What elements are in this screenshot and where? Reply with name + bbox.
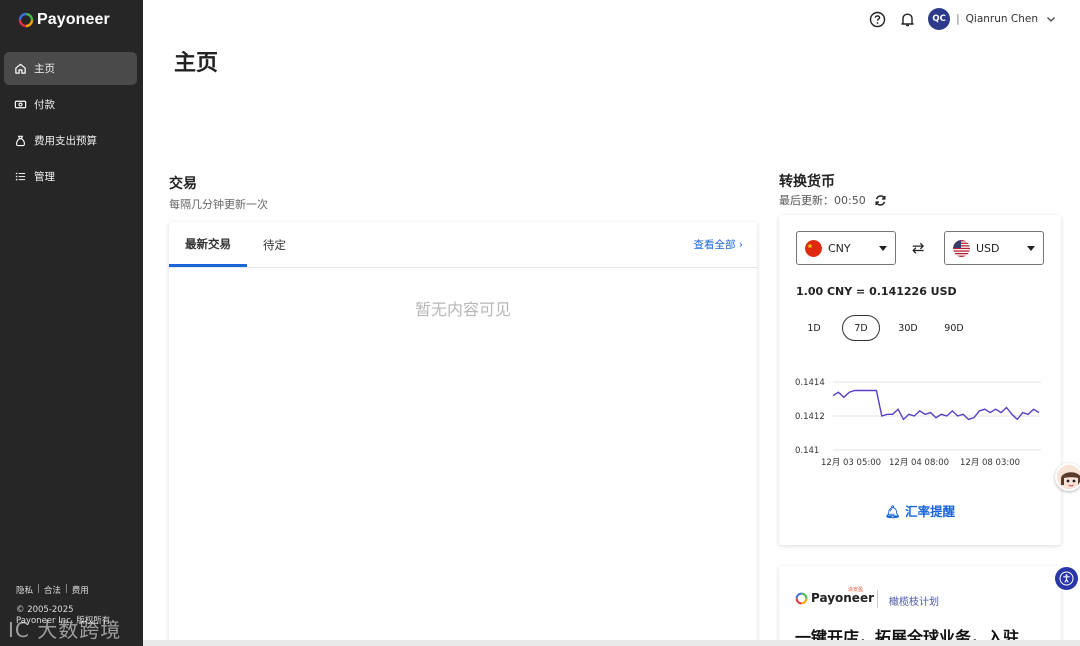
- x-tick-label: 12月 04 08:00: [889, 458, 949, 468]
- rate-alert-label: 汇率提醒: [905, 504, 956, 519]
- page-title: 主页: [174, 51, 219, 76]
- user-menu[interactable]: QC | Qianrun Chen: [928, 8, 1058, 30]
- payment-icon: [14, 100, 27, 109]
- period-7d[interactable]: 7D: [842, 315, 880, 341]
- rate-chart: 0.1414 0.1412 0.14112月 03 05:00 12月 04 08:0…: [795, 378, 1041, 468]
- watermark: IC 大数跨境: [8, 618, 122, 642]
- sidebar-item-label: 费用支出预算: [34, 135, 97, 147]
- y-tick-label: 0.1414: [795, 378, 825, 388]
- to-currency-select[interactable]: USD: [944, 231, 1044, 265]
- home-icon: [15, 63, 26, 74]
- transactions-card: 最新交易 待定 查看全部 › 暂无内容可见: [169, 222, 757, 646]
- list-icon: [15, 172, 26, 181]
- converter-title: 转换货币: [779, 174, 835, 190]
- sidebar-item-payment[interactable]: 付款: [4, 88, 137, 121]
- us-flag-icon: [953, 239, 970, 257]
- payoneer-ring-icon: [18, 12, 34, 28]
- assistant-avatar[interactable]: [1055, 463, 1080, 491]
- caret-down-icon: [1027, 245, 1035, 251]
- empty-state: 暂无内容可见: [414, 300, 511, 319]
- user-name: Qianrun Chen: [965, 13, 1038, 25]
- payoneer-ring-icon: [795, 592, 808, 604]
- from-currency-select[interactable]: CNY: [796, 231, 896, 265]
- china-flag-icon: [805, 239, 822, 257]
- view-all-link[interactable]: 查看全部 ›: [693, 237, 743, 252]
- promo-divider: [877, 590, 878, 608]
- y-tick-label: 0.141: [795, 446, 819, 456]
- sidebar-item-label: 主页: [34, 63, 55, 75]
- sidebar-item-manage[interactable]: 管理: [4, 160, 137, 193]
- x-tick-label: 12月 03 05:00: [821, 458, 881, 468]
- sidebar-item-budget[interactable]: 费用支出预算: [4, 124, 137, 157]
- view-all-label: 查看全部: [693, 239, 736, 251]
- period-30d[interactable]: 30D: [890, 315, 926, 341]
- to-currency-code: USD: [976, 241, 1000, 255]
- fees-link[interactable]: 费用: [72, 584, 89, 596]
- avatar: QC: [928, 8, 951, 30]
- transactions-subtitle: 每隔几分钟更新一次: [169, 198, 268, 211]
- tab-latest[interactable]: 最新交易: [169, 236, 247, 267]
- payoneer-logo[interactable]: Payoneer: [18, 11, 110, 29]
- converter-card: CNY ⇄ USD 1.00 CNY = 0.141226 USD 1D 7D …: [779, 215, 1061, 545]
- topbar: QC | Qianrun Chen: [868, 8, 1058, 30]
- rate-series-line: [832, 389, 1040, 421]
- y-tick-label: 0.1412: [795, 412, 825, 422]
- x-tick-label: 12月 08 03:00: [960, 458, 1020, 468]
- from-currency-code: CNY: [828, 241, 851, 255]
- accessibility-icon[interactable]: [1055, 567, 1078, 590]
- promo-partner: 橄榄枝计划: [889, 597, 939, 608]
- period-selector: 1D 7D 30D 90D: [796, 315, 972, 341]
- sidebar-item-label: 管理: [34, 171, 55, 183]
- rate-alert-button[interactable]: 🔔︎ 汇率提醒: [779, 501, 1061, 520]
- privacy-link[interactable]: 隐私: [16, 584, 33, 596]
- help-icon[interactable]: [868, 10, 886, 28]
- tab-pending[interactable]: 待定: [247, 237, 302, 267]
- legal-link[interactable]: 合法: [44, 584, 61, 596]
- sidebar-item-label: 付款: [34, 99, 55, 111]
- exchange-rate: 1.00 CNY = 0.141226 USD: [796, 285, 957, 298]
- sidebar: Payoneer 主页 付款 费用支出预算 管理 隐私 | 合法 | 费用 © …: [0, 0, 143, 646]
- brand-name: Payoneer: [37, 11, 110, 28]
- promo-payoneer-logo: Payoneer: [795, 591, 874, 605]
- sidebar-nav: 主页 付款 费用支出预算 管理: [4, 52, 137, 196]
- promo-brand: Payoneer: [811, 591, 875, 605]
- caret-down-icon: [879, 245, 887, 251]
- chevron-right-icon: ›: [738, 239, 743, 251]
- link-separator: |: [64, 584, 68, 594]
- transactions-tabs: 最新交易 待定 查看全部 ›: [169, 222, 757, 268]
- period-1d[interactable]: 1D: [796, 315, 832, 341]
- promo-banner[interactable]: Payoneer 派安盈 橄榄枝计划 一键开店，拓展全球业务，入驻: [779, 566, 1061, 646]
- last-update-time: 00:50: [834, 194, 866, 207]
- bell-icon[interactable]: [898, 10, 916, 28]
- promo-brand-tag: 派安盈: [848, 587, 864, 593]
- user-separator: |: [956, 13, 960, 25]
- transactions-title: 交易: [169, 176, 197, 192]
- sidebar-item-home[interactable]: 主页: [4, 52, 137, 85]
- swap-icon[interactable]: ⇄: [912, 239, 925, 257]
- last-update: 最后更新：00:50: [779, 192, 887, 208]
- refresh-icon[interactable]: [874, 194, 887, 207]
- chevron-down-icon: [1047, 17, 1055, 22]
- link-separator: |: [37, 584, 40, 594]
- alert-bell-icon: 🔔︎: [884, 504, 901, 519]
- last-update-label: 最后更新：: [779, 194, 834, 207]
- period-90d[interactable]: 90D: [936, 315, 972, 341]
- horizontal-scrollbar[interactable]: [143, 640, 1080, 646]
- budget-bag-icon: [16, 135, 25, 147]
